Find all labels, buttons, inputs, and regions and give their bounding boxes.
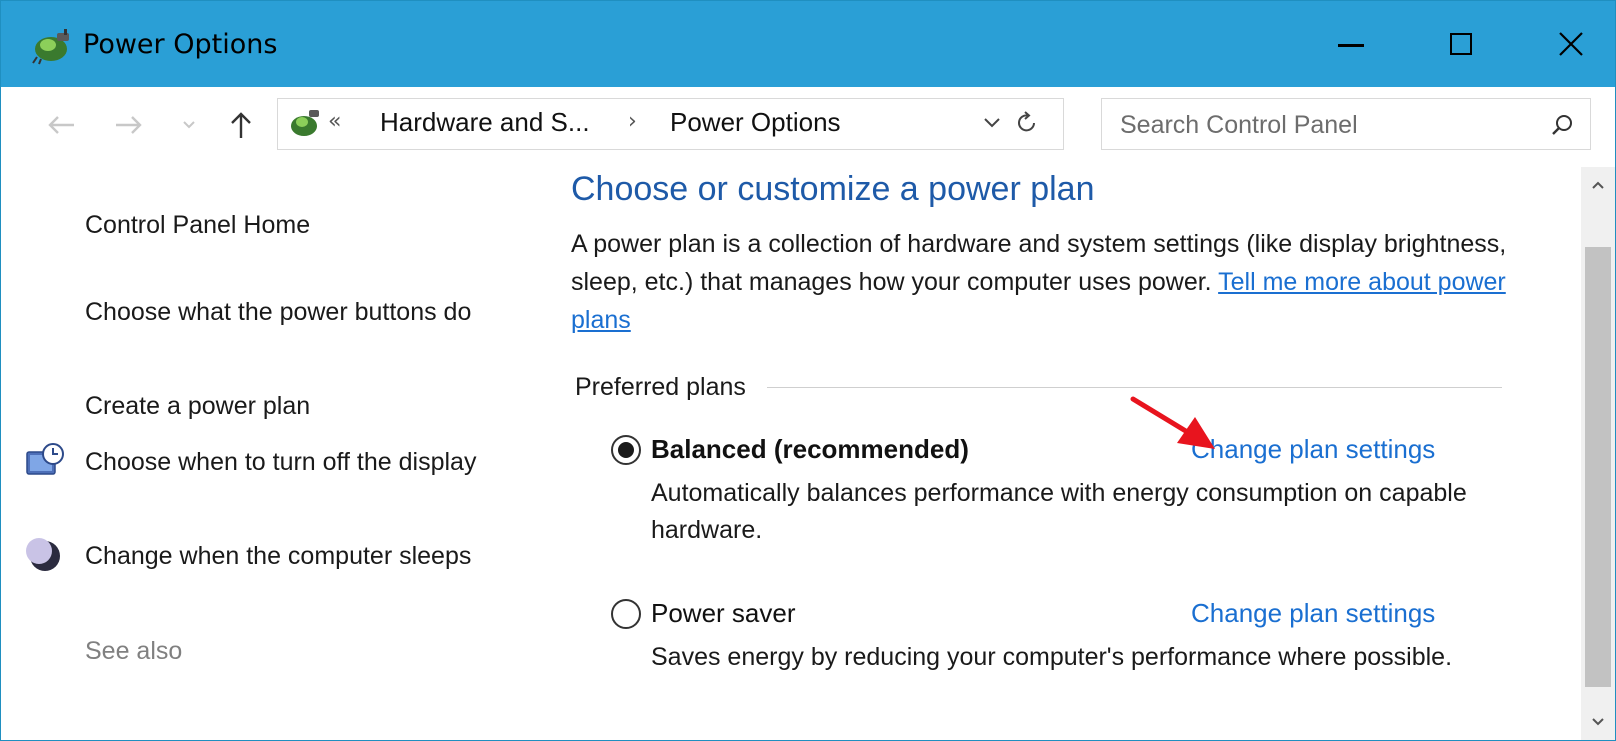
close-icon	[1559, 32, 1583, 56]
up-arrow-icon	[231, 112, 251, 138]
plan-balanced-change-settings-link[interactable]: Change plan settings	[1191, 427, 1435, 471]
page-description: A power plan is a collection of hardware…	[571, 225, 1531, 339]
sidebar-item-display-off[interactable]: Choose when to turn off the display	[85, 444, 505, 481]
scroll-thumb[interactable]	[1585, 247, 1611, 687]
back-arrow-icon	[48, 116, 74, 134]
power-options-window: Power Options « Hardware and S... › Powe…	[0, 0, 1616, 741]
search-icon	[1552, 115, 1572, 135]
plan-balanced-description: Automatically balances performance with …	[651, 479, 1467, 544]
back-button[interactable]	[41, 103, 81, 147]
plan-power-saver-change-settings-link[interactable]: Change plan settings	[1191, 591, 1435, 635]
plan-power-saver-description: Saves energy by reducing your computer's…	[651, 643, 1453, 671]
maximize-button[interactable]	[1411, 1, 1511, 87]
breadcrumb-hardware-and-sound[interactable]: Hardware and S...	[380, 107, 590, 138]
search-box[interactable]	[1101, 98, 1591, 151]
group-divider	[767, 387, 1502, 388]
power-options-icon	[291, 110, 319, 136]
breadcrumb-power-options[interactable]: Power Options	[670, 107, 841, 138]
left-pane: Control Panel Home Choose what the power…	[1, 167, 541, 740]
maximize-icon	[1450, 33, 1472, 55]
refresh-button[interactable]	[1012, 107, 1042, 137]
chevron-down-icon	[1592, 718, 1604, 726]
recent-locations-button[interactable]	[177, 103, 201, 147]
sidebar-item-power-buttons[interactable]: Choose what the power buttons do	[85, 294, 505, 331]
sidebar-item-create-plan[interactable]: Create a power plan	[85, 388, 505, 425]
close-button[interactable]	[1521, 1, 1615, 87]
search-input[interactable]	[1118, 99, 1522, 151]
preferred-plans-label: Preferred plans	[575, 373, 746, 401]
page-title: Choose or customize a power plan	[571, 170, 1095, 208]
scroll-down-button[interactable]	[1581, 704, 1615, 740]
plan-power-saver-name[interactable]: Power saver	[651, 591, 796, 635]
plan-power-saver-radio[interactable]	[611, 599, 641, 629]
address-dropdown-button[interactable]	[978, 109, 1006, 137]
main-content: Choose or customize a power plan A power…	[541, 167, 1581, 740]
radio-selected-dot	[618, 442, 634, 458]
scroll-up-button[interactable]	[1581, 167, 1615, 203]
minimize-icon	[1338, 43, 1364, 47]
breadcrumb-separator[interactable]: ›	[628, 109, 637, 134]
chevron-up-icon	[1592, 181, 1604, 189]
sidebar-item-sleep[interactable]: Change when the computer sleeps	[85, 538, 505, 575]
monitor-clock-icon	[26, 443, 64, 475]
power-options-icon	[32, 29, 69, 65]
navigation-bar: « Hardware and S... › Power Options	[1, 87, 1615, 167]
plan-balanced-radio[interactable]	[611, 435, 641, 465]
refresh-icon	[1018, 111, 1035, 132]
see-also-heading: See also	[85, 637, 183, 665]
minimize-button[interactable]	[1301, 1, 1401, 87]
plan-balanced-name[interactable]: Balanced (recommended)	[651, 427, 969, 471]
forward-button[interactable]	[109, 103, 149, 147]
control-panel-home-link[interactable]: Control Panel Home	[85, 207, 505, 244]
chevron-down-icon	[984, 118, 1000, 128]
moon-icon	[26, 538, 60, 571]
title-bar[interactable]: Power Options	[1, 1, 1615, 87]
chevron-down-icon	[183, 121, 195, 129]
forward-arrow-icon	[116, 116, 142, 134]
search-button[interactable]	[1546, 109, 1578, 141]
address-overflow[interactable]: «	[328, 109, 341, 134]
vertical-scrollbar[interactable]	[1581, 167, 1615, 740]
address-bar[interactable]: « Hardware and S... › Power Options	[277, 98, 1064, 150]
up-button[interactable]	[221, 103, 261, 147]
red-arrow-annotation	[1130, 396, 1215, 449]
window-title: Power Options	[83, 29, 278, 60]
